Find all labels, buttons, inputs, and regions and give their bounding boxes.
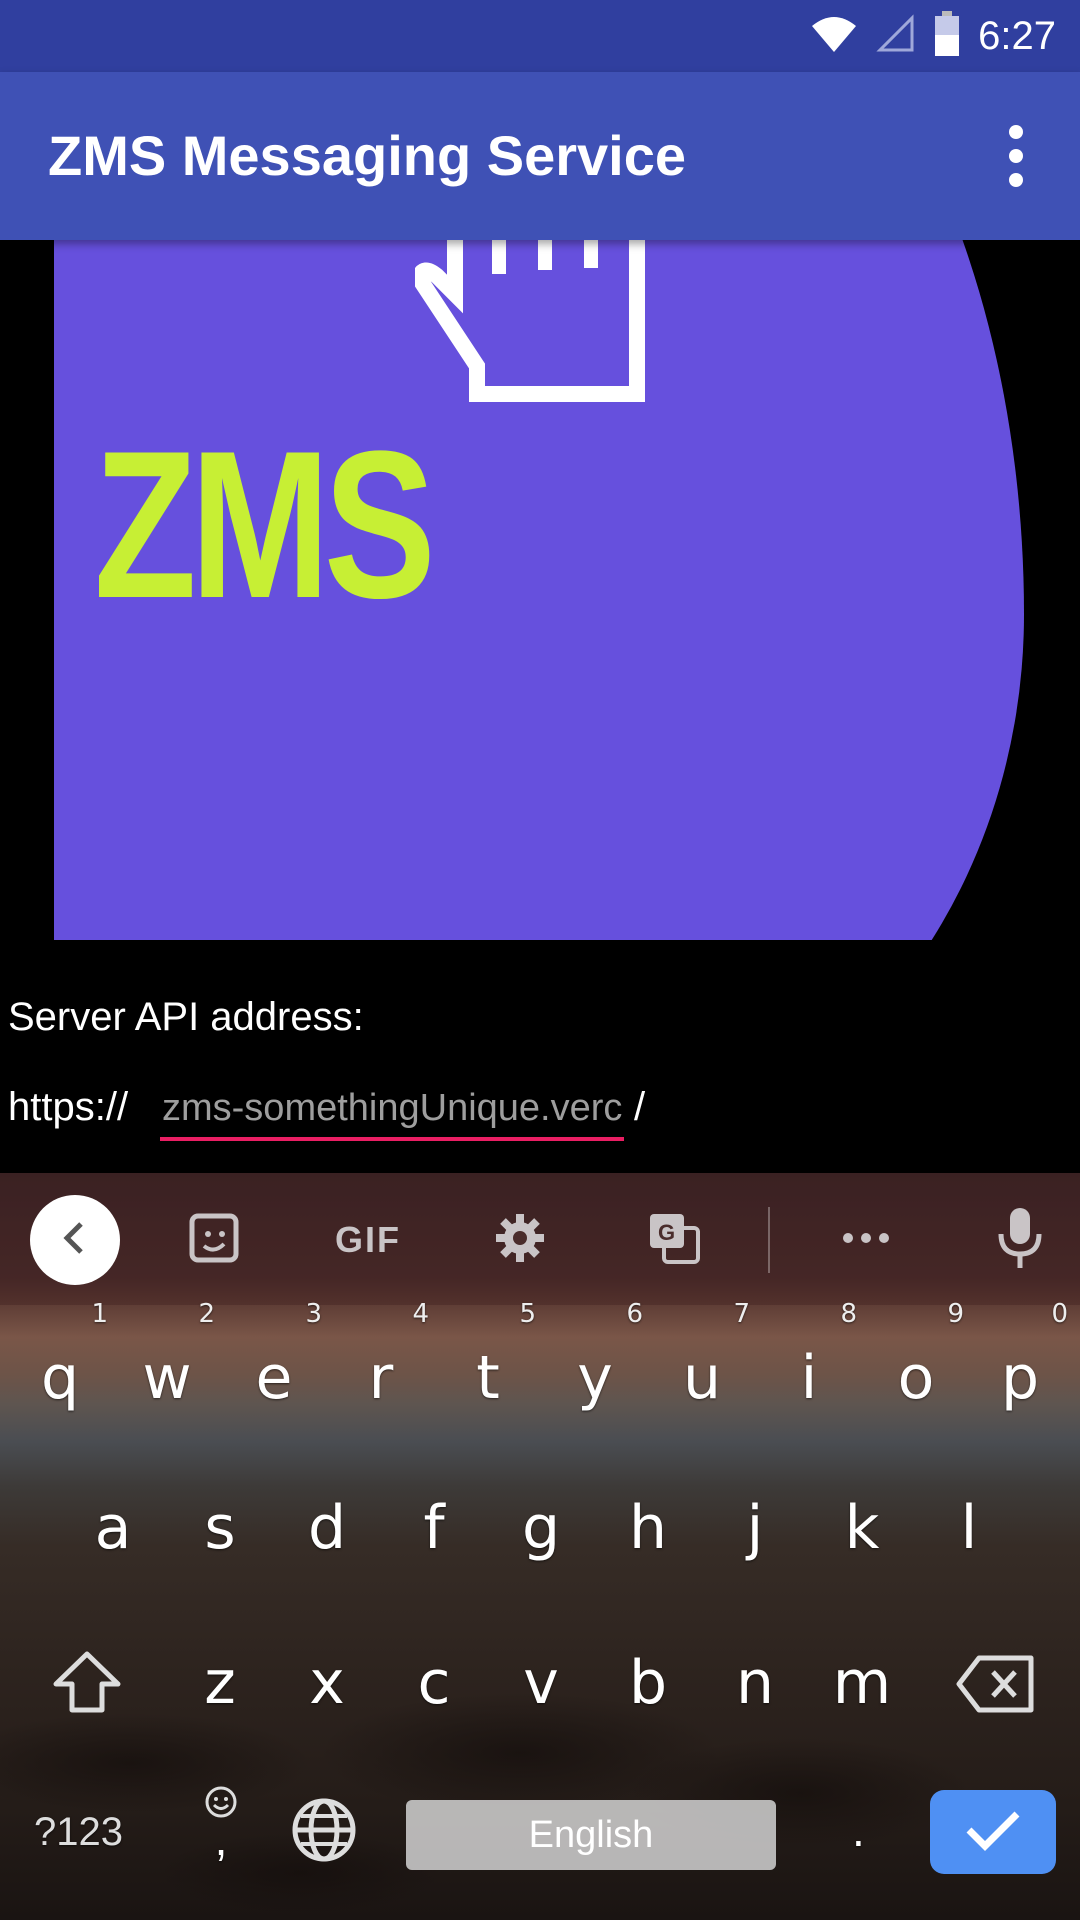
- key-label: o: [897, 1343, 935, 1413]
- chevron-left-icon: [57, 1220, 93, 1260]
- key-u[interactable]: u7: [648, 1301, 756, 1443]
- key-hint: 6: [626, 1299, 643, 1329]
- sticker-icon: [186, 1210, 242, 1270]
- key-y[interactable]: y6: [541, 1301, 649, 1443]
- key-hint: 7: [733, 1299, 750, 1329]
- key-s[interactable]: s: [166, 1473, 274, 1593]
- key-x[interactable]: x: [273, 1628, 381, 1748]
- key-r[interactable]: r4: [327, 1301, 435, 1443]
- app-bar: ZMS Messaging Service: [0, 72, 1080, 240]
- more-horizontal-icon: [838, 1228, 894, 1252]
- key-m[interactable]: m: [808, 1628, 916, 1748]
- gif-label: GIF: [335, 1219, 401, 1260]
- zms-logo-image: ZMS: [0, 240, 1080, 940]
- key-hint: 5: [519, 1299, 536, 1329]
- overflow-menu-dot: [1009, 173, 1023, 187]
- key-h[interactable]: h: [594, 1473, 702, 1593]
- key-i[interactable]: i8: [755, 1301, 863, 1443]
- wifi-icon: [810, 14, 858, 58]
- key-o[interactable]: o9: [862, 1301, 970, 1443]
- translate-button[interactable]: G: [638, 1195, 710, 1285]
- status-time: 6:27: [978, 13, 1056, 58]
- key-g[interactable]: g: [487, 1473, 595, 1593]
- key-label: r: [368, 1343, 394, 1413]
- key-label: p: [1000, 1343, 1040, 1413]
- key-hint: 3: [305, 1299, 322, 1329]
- key-d[interactable]: d: [273, 1473, 381, 1593]
- overflow-menu-icon: [1009, 125, 1023, 139]
- translate-icon: G: [646, 1210, 702, 1270]
- key-hint: 2: [198, 1299, 215, 1329]
- server-url-input[interactable]: [160, 1079, 624, 1141]
- hand-pointer-icon: [410, 240, 655, 408]
- logo-text: ZMS: [94, 407, 436, 642]
- key-p[interactable]: p0: [966, 1301, 1074, 1443]
- overflow-menu-button[interactable]: [976, 112, 1056, 200]
- key-b[interactable]: b: [594, 1628, 702, 1748]
- shift-key[interactable]: [32, 1628, 142, 1748]
- checkmark-icon: [965, 1808, 1021, 1856]
- svg-text:G: G: [658, 1220, 675, 1245]
- key-e[interactable]: e3: [220, 1301, 328, 1443]
- key-j[interactable]: j: [701, 1473, 809, 1593]
- more-options-button[interactable]: [830, 1195, 902, 1285]
- key-label: w: [142, 1343, 192, 1413]
- voice-input-button[interactable]: [984, 1195, 1056, 1285]
- backspace-icon: [955, 1655, 1035, 1729]
- key-q[interactable]: q1: [6, 1301, 114, 1443]
- cell-signal-icon: [876, 14, 916, 58]
- soft-keyboard: GIF G q1 w2 e3 r4 t5 y6 u7 i8 o9 p 0 a s…: [0, 1173, 1080, 1920]
- key-label: i: [800, 1343, 818, 1413]
- url-suffix: /: [634, 1085, 646, 1129]
- key-label: y: [577, 1343, 613, 1413]
- key-hint: 8: [840, 1299, 857, 1329]
- key-c[interactable]: c: [380, 1628, 488, 1748]
- status-icons: 6:27: [810, 0, 1056, 72]
- key-label: q: [40, 1343, 80, 1413]
- gear-icon: [492, 1210, 548, 1270]
- key-f[interactable]: f: [380, 1473, 488, 1593]
- key-hint: 9: [947, 1299, 964, 1329]
- globe-icon: [290, 1798, 358, 1868]
- keyboard-settings-button[interactable]: [484, 1195, 556, 1285]
- key-hint: 4: [412, 1299, 429, 1329]
- key-w[interactable]: w2: [113, 1301, 221, 1443]
- key-l[interactable]: l: [915, 1473, 1023, 1593]
- server-api-label: Server API address:: [8, 995, 364, 1039]
- key-label: u: [682, 1343, 722, 1413]
- key-label: e: [255, 1343, 293, 1413]
- comma-label: ,: [214, 1813, 228, 1865]
- key-t[interactable]: t5: [434, 1301, 542, 1443]
- language-key[interactable]: [290, 1796, 358, 1869]
- sticker-button[interactable]: [178, 1195, 250, 1285]
- key-label: t: [476, 1343, 500, 1413]
- key-k[interactable]: k: [808, 1473, 916, 1593]
- space-bar[interactable]: English: [406, 1800, 776, 1870]
- key-z[interactable]: z: [166, 1628, 274, 1748]
- key-hint: 0: [1051, 1299, 1068, 1329]
- key-v[interactable]: v: [487, 1628, 595, 1748]
- microphone-icon: [995, 1206, 1045, 1274]
- enter-key[interactable]: [930, 1790, 1056, 1874]
- gif-button[interactable]: GIF: [318, 1195, 418, 1285]
- keyboard-back-button[interactable]: [30, 1195, 120, 1285]
- key-a[interactable]: a: [59, 1473, 167, 1593]
- key-hint: 1: [91, 1299, 108, 1329]
- url-prefix: https://: [8, 1085, 129, 1129]
- backspace-key[interactable]: [940, 1628, 1050, 1748]
- status-bar: 6:27: [0, 0, 1080, 72]
- symbols-key[interactable]: ?123: [34, 1810, 123, 1855]
- overflow-menu-dot: [1009, 149, 1023, 163]
- app-title: ZMS Messaging Service: [48, 124, 687, 187]
- toolbar-divider: [768, 1207, 770, 1273]
- period-key[interactable]: .: [852, 1803, 865, 1857]
- server-url-row: https:// /: [8, 1079, 1080, 1155]
- keyboard-toolbar: GIF G: [0, 1173, 1080, 1305]
- battery-icon: [934, 11, 960, 61]
- key-n[interactable]: n: [701, 1628, 809, 1748]
- emoji-comma-key[interactable]: ,: [196, 1785, 246, 1865]
- shift-icon: [52, 1651, 122, 1729]
